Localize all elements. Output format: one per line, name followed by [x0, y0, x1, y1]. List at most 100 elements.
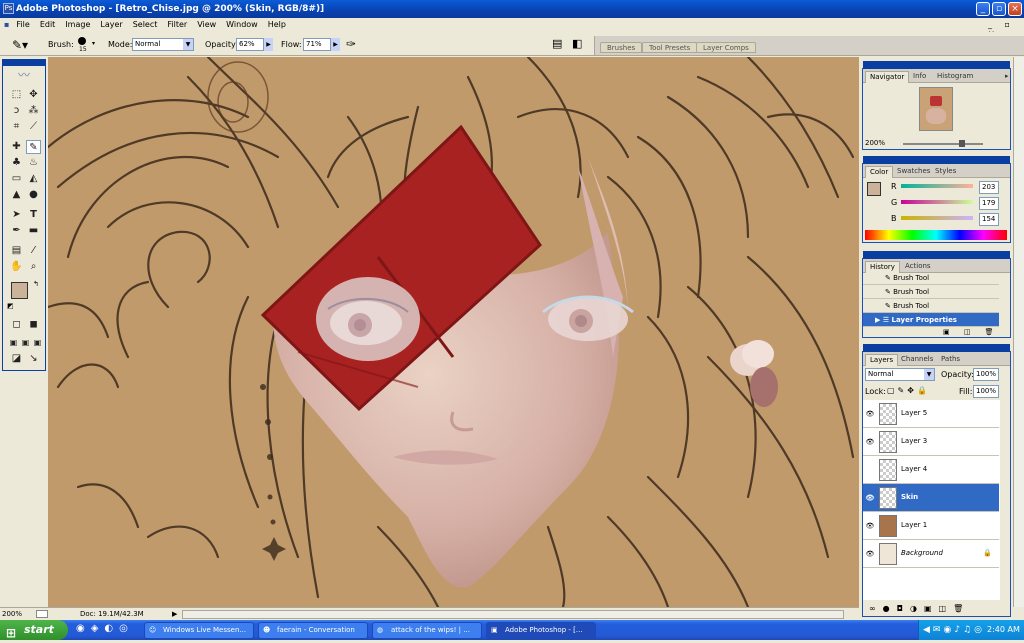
history-item[interactable]: ✎ Brush Tool: [863, 285, 999, 299]
quick-mask-mode-icon[interactable]: ◼: [26, 318, 41, 332]
navigator-zoom-slider[interactable]: [903, 143, 983, 145]
history-brush-tool-icon[interactable]: ♨: [26, 156, 41, 170]
layer-actions-icons[interactable]: ∞●◘◑▣◫🗑: [869, 604, 970, 613]
slice-tool-icon[interactable]: ⟋: [26, 120, 41, 134]
brush-preset-icon[interactable]: ✎▾: [12, 38, 28, 52]
panel-titlebar[interactable]: [863, 251, 1010, 259]
eye-icon[interactable]: 👁: [865, 521, 875, 531]
history-item[interactable]: ✎ Brush Tool: [863, 299, 999, 313]
swap-colors-icon[interactable]: ↰: [33, 280, 39, 288]
tab-swatches[interactable]: Swatches: [893, 166, 934, 178]
eyedropper-tool-icon[interactable]: ⁄: [26, 244, 41, 258]
layer-row[interactable]: 👁 Layer 3: [863, 428, 999, 456]
dodge-tool-icon[interactable]: ●: [26, 188, 41, 202]
tab-navigator[interactable]: Navigator: [865, 71, 910, 83]
blend-mode-select[interactable]: Normal ▼: [865, 368, 935, 381]
hand-tool-icon[interactable]: ✋: [9, 260, 24, 274]
layer-row-selected[interactable]: 👁 Skin: [863, 484, 999, 512]
document-canvas[interactable]: [48, 57, 859, 607]
zoom-slider-thumb[interactable]: [959, 140, 965, 147]
move-tool-icon[interactable]: ✥: [26, 88, 41, 102]
status-zoom[interactable]: 200%: [2, 608, 22, 620]
menu-window[interactable]: Window: [221, 18, 263, 32]
history-item[interactable]: ✎ Brush Tool: [863, 271, 999, 285]
healing-brush-tool-icon[interactable]: ✚: [9, 140, 24, 154]
tab-color[interactable]: Color: [865, 166, 894, 178]
brush-dropdown-icon[interactable]: ▾: [92, 40, 95, 47]
imageready-icon[interactable]: ◪: [9, 352, 24, 366]
history-actions-icons[interactable]: ▣ ◫ 🗑: [943, 328, 1000, 336]
flow-slider-arrow-icon[interactable]: ▶: [331, 38, 340, 51]
crop-tool-icon[interactable]: ⌗: [9, 120, 24, 134]
file-browser-icon[interactable]: ▤: [552, 37, 562, 50]
clone-stamp-tool-icon[interactable]: ♣: [9, 156, 24, 170]
tab-layers[interactable]: Layers: [865, 354, 899, 366]
minimize-icon[interactable]: _: [976, 2, 990, 16]
task-conversation[interactable]: ☻ faerain - Conversation: [258, 622, 368, 639]
layer-row[interactable]: 👁 Background 🔒: [863, 540, 999, 568]
menu-view[interactable]: View: [192, 18, 221, 32]
task-browser[interactable]: ◍ attack of the wips! | ...: [372, 622, 482, 639]
paint-bucket-tool-icon[interactable]: ◭: [26, 172, 41, 186]
eye-hidden-icon[interactable]: [865, 465, 875, 475]
r-slider[interactable]: [901, 184, 973, 188]
pen-tool-icon[interactable]: ✒: [9, 224, 24, 238]
jump-icon[interactable]: ↘: [26, 352, 41, 366]
brush-tip-icon[interactable]: [78, 37, 86, 45]
flow-input[interactable]: 71%: [303, 38, 331, 51]
navigator-thumbnail[interactable]: [919, 87, 953, 131]
close-icon[interactable]: ×: [1008, 2, 1022, 16]
lasso-tool-icon[interactable]: ↄ: [9, 104, 24, 118]
menu-edit[interactable]: Edit: [35, 18, 61, 32]
mode-select[interactable]: Normal ▼: [132, 38, 194, 51]
tab-channels[interactable]: Channels: [897, 354, 937, 366]
g-slider[interactable]: [901, 200, 973, 204]
maximize-icon[interactable]: ▫: [992, 2, 1006, 16]
status-menu-arrow-icon[interactable]: ▶: [172, 608, 177, 620]
magic-wand-tool-icon[interactable]: ⁂: [26, 104, 41, 118]
fill-input[interactable]: 100%: [973, 385, 999, 398]
layer-row[interactable]: 👁 Layer 5: [863, 400, 999, 428]
opacity-input[interactable]: 62%: [236, 38, 264, 51]
menu-file[interactable]: File: [11, 18, 34, 32]
lock-options-icons[interactable]: ▢✎✥🔒: [887, 386, 930, 395]
well-tab-layer-comps[interactable]: Layer Comps: [696, 42, 756, 53]
screen-mode-full-icon[interactable]: ▣: [30, 336, 45, 350]
panel-titlebar[interactable]: [863, 156, 1010, 164]
well-tab-brushes[interactable]: Brushes: [600, 42, 643, 53]
eye-icon[interactable]: 👁: [865, 493, 875, 503]
vertical-scrollbar[interactable]: [1013, 57, 1024, 607]
history-item-selected[interactable]: ▶ ☰ Layer Properties: [863, 313, 999, 327]
task-photoshop[interactable]: ▣ Adobe Photoshop - [...: [486, 622, 596, 639]
path-selection-tool-icon[interactable]: ➤: [9, 208, 24, 222]
menu-help[interactable]: Help: [263, 18, 291, 32]
tab-histogram[interactable]: Histogram: [933, 71, 977, 83]
b-input[interactable]: 154: [979, 213, 999, 226]
status-zoom-button[interactable]: [36, 610, 48, 618]
task-messenger[interactable]: ☺ Windows Live Messen...: [144, 622, 254, 639]
airbrush-icon[interactable]: ✑: [346, 37, 356, 51]
standard-mode-icon[interactable]: ◻: [9, 318, 24, 332]
start-button[interactable]: ⊞ start: [0, 620, 68, 640]
panel-titlebar[interactable]: [863, 344, 1010, 352]
r-input[interactable]: 203: [979, 181, 999, 194]
menu-select[interactable]: Select: [128, 18, 163, 32]
default-colors-icon[interactable]: ◩: [7, 302, 14, 310]
opacity-slider-arrow-icon[interactable]: ▶: [264, 38, 273, 51]
marquee-tool-icon[interactable]: ⬚: [9, 88, 24, 102]
tab-paths[interactable]: Paths: [937, 354, 964, 366]
eye-icon[interactable]: 👁: [865, 549, 875, 559]
quick-launch-icons[interactable]: ◉◈◐◎: [76, 623, 134, 634]
g-input[interactable]: 179: [979, 197, 999, 210]
tab-info[interactable]: Info: [909, 71, 930, 83]
layer-row[interactable]: Layer 4: [863, 456, 999, 484]
type-tool-icon[interactable]: T: [26, 208, 41, 222]
b-slider[interactable]: [901, 216, 973, 220]
menu-image[interactable]: Image: [60, 18, 95, 32]
notes-tool-icon[interactable]: ▤: [9, 244, 24, 258]
tray-icons[interactable]: ◀✉◉♪♫◎: [923, 620, 985, 640]
layer-row[interactable]: 👁 Layer 1: [863, 512, 999, 540]
zoom-tool-icon[interactable]: ⌕: [26, 260, 41, 274]
tab-styles[interactable]: Styles: [931, 166, 960, 178]
navigator-zoom[interactable]: 200%: [865, 139, 885, 147]
